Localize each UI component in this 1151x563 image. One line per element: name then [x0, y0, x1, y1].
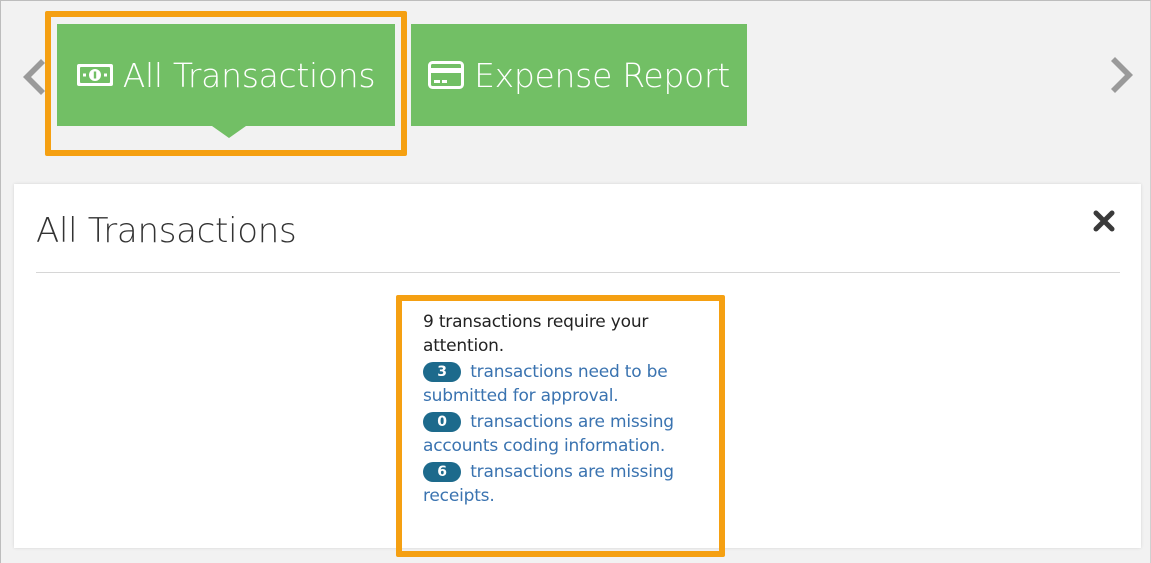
count-badge: 3: [423, 362, 461, 382]
summary-intro: 9 transactions require your attention.: [423, 312, 649, 356]
scroll-right-arrow-icon[interactable]: [1109, 55, 1139, 95]
close-icon[interactable]: [1091, 208, 1117, 234]
selected-tab-pointer: [212, 126, 246, 138]
summary-item-submit[interactable]: 3 transactions need to be submitted for …: [423, 360, 723, 408]
summary-item-receipts[interactable]: 6 transactions are missing receipts.: [423, 460, 723, 508]
app-frame: All Transactions Expense Report All Tran…: [0, 0, 1151, 563]
tab-all-transactions[interactable]: All Transactions: [57, 24, 395, 126]
transactions-panel: All Transactions 9 transactions require …: [14, 184, 1141, 548]
title-divider: [36, 272, 1120, 273]
tab-expense-report-label: Expense Report: [474, 55, 730, 95]
credit-card-icon: [428, 61, 465, 89]
money-icon: [76, 64, 113, 86]
count-badge: 6: [423, 462, 461, 482]
tab-expense-report[interactable]: Expense Report: [411, 24, 747, 126]
panel-title: All Transactions: [36, 211, 297, 251]
scroll-left-arrow-icon[interactable]: [17, 57, 47, 97]
tab-all-transactions-label: All Transactions: [122, 55, 376, 95]
summary-item-coding[interactable]: 0 transactions are missing accounts codi…: [423, 410, 723, 458]
count-badge: 0: [423, 412, 461, 432]
attention-summary: 9 transactions require your attention. 3…: [423, 310, 723, 508]
